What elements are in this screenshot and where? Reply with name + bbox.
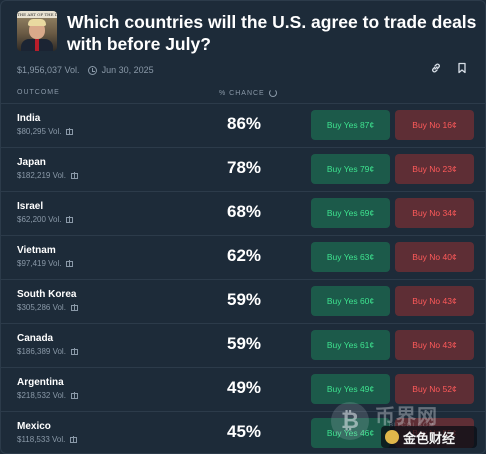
link-icon[interactable] <box>429 61 443 75</box>
bitcoin-icon: ₿ <box>331 402 369 440</box>
bookmark-icon[interactable] <box>455 61 469 75</box>
buy-yes-button[interactable]: Buy Yes 61¢ <box>311 330 390 360</box>
clock-icon <box>87 65 97 75</box>
end-date: Jun 30, 2025 <box>101 65 154 75</box>
outcome-chance: 59% <box>226 290 262 309</box>
outcome-name: South Korea <box>17 289 77 300</box>
outcome-name: Mexico <box>17 421 51 432</box>
buy-yes-button[interactable]: Buy Yes 79¢ <box>311 154 390 184</box>
gift-icon <box>66 215 74 223</box>
outcome-volume: $305,286 Vol. <box>17 303 78 312</box>
market-meta: $1,956,037 Vol. Jun 30, 2025 <box>17 63 317 77</box>
outcome-volume: $218,532 Vol. <box>17 391 78 400</box>
outcome-chance: 86% <box>226 114 262 133</box>
market-volume: $1,956,037 Vol. <box>17 65 80 75</box>
buy-yes-button[interactable]: Buy Yes 63¢ <box>311 242 390 272</box>
outcome-name: Argentina <box>17 377 64 388</box>
gift-icon <box>70 435 78 443</box>
market-header: THE ART OF THE DEAL Which countries will… <box>17 11 476 55</box>
gift-icon <box>70 171 78 179</box>
outcome-row[interactable]: Japan $182,219 Vol. 78% Buy Yes 79¢ Buy … <box>1 148 485 192</box>
buy-no-button[interactable]: Buy No 40¢ <box>395 242 474 272</box>
buy-no-button[interactable]: Buy No 23¢ <box>395 154 474 184</box>
market-tools <box>429 61 469 75</box>
market-card: THE ART OF THE DEAL Which countries will… <box>0 0 486 454</box>
buy-yes-button[interactable]: Buy Yes 60¢ <box>311 286 390 316</box>
outcome-chance: 78% <box>226 158 262 177</box>
outcome-volume: $186,389 Vol. <box>17 347 78 356</box>
outcome-chance: 45% <box>226 422 262 441</box>
outcome-chance: 62% <box>226 246 262 265</box>
gift-icon <box>66 259 74 267</box>
market-title: Which countries will the U.S. agree to t… <box>67 12 477 54</box>
outcome-chance: 59% <box>226 334 262 353</box>
outcome-row[interactable]: Vietnam $97,419 Vol. 62% Buy Yes 63¢ Buy… <box>1 236 485 280</box>
buy-no-button[interactable]: Buy No 43¢ <box>395 286 474 316</box>
outcome-chance: 68% <box>226 202 262 221</box>
gift-icon <box>66 127 74 135</box>
outcome-volume: $62,200 Vol. <box>17 215 74 224</box>
buy-yes-button[interactable]: Buy Yes 69¢ <box>311 198 390 228</box>
gift-icon <box>70 347 78 355</box>
outcome-name: Israel <box>17 201 44 212</box>
gift-icon <box>70 303 78 311</box>
refresh-icon[interactable] <box>268 89 277 97</box>
outcome-row[interactable]: South Korea $305,286 Vol. 59% Buy Yes 60… <box>1 280 485 324</box>
outcome-volume: $182,219 Vol. <box>17 171 78 180</box>
outcome-row[interactable]: India $80,295 Vol. 86% Buy Yes 87¢ Buy N… <box>1 104 485 148</box>
chance-column-label: % CHANCE <box>219 89 265 97</box>
thumbnail-banner: THE ART OF THE DEAL <box>17 11 57 18</box>
buy-no-button[interactable]: Buy No 43¢ <box>395 330 474 360</box>
buy-no-button[interactable]: Buy No 34¢ <box>395 198 474 228</box>
outcome-row[interactable]: Canada $186,389 Vol. 59% Buy Yes 61¢ Buy… <box>1 324 485 368</box>
outcome-name: Japan <box>17 157 46 168</box>
outcome-volume: $80,295 Vol. <box>17 127 74 136</box>
outcome-volume: $97,419 Vol. <box>17 259 74 268</box>
buy-no-button[interactable]: Buy No 16¢ <box>395 110 474 140</box>
watermark-logo-text: 金色财经 <box>403 430 456 446</box>
market-thumbnail[interactable]: THE ART OF THE DEAL <box>17 11 57 51</box>
logo-icon <box>385 430 399 444</box>
watermark: ₿ 币界网 BITCOI.COM 金色财经 <box>331 396 481 452</box>
outcome-name: India <box>17 113 41 124</box>
outcome-name: Vietnam <box>17 245 56 256</box>
outcome-column-label: OUTCOME <box>17 89 60 96</box>
outcome-chance: 49% <box>226 378 262 397</box>
column-header: OUTCOME % CHANCE <box>17 89 473 101</box>
market-date: Jun 30, 2025 <box>87 65 154 75</box>
outcome-name: Canada <box>17 333 54 344</box>
gift-icon <box>70 391 78 399</box>
chance-column: % CHANCE <box>219 89 277 97</box>
outcome-row[interactable]: Israel $62,200 Vol. 68% Buy Yes 69¢ Buy … <box>1 192 485 236</box>
outcome-volume: $118,533 Vol. <box>17 435 78 444</box>
buy-yes-button[interactable]: Buy Yes 87¢ <box>311 110 390 140</box>
watermark-logo: 金色财经 <box>381 426 477 448</box>
